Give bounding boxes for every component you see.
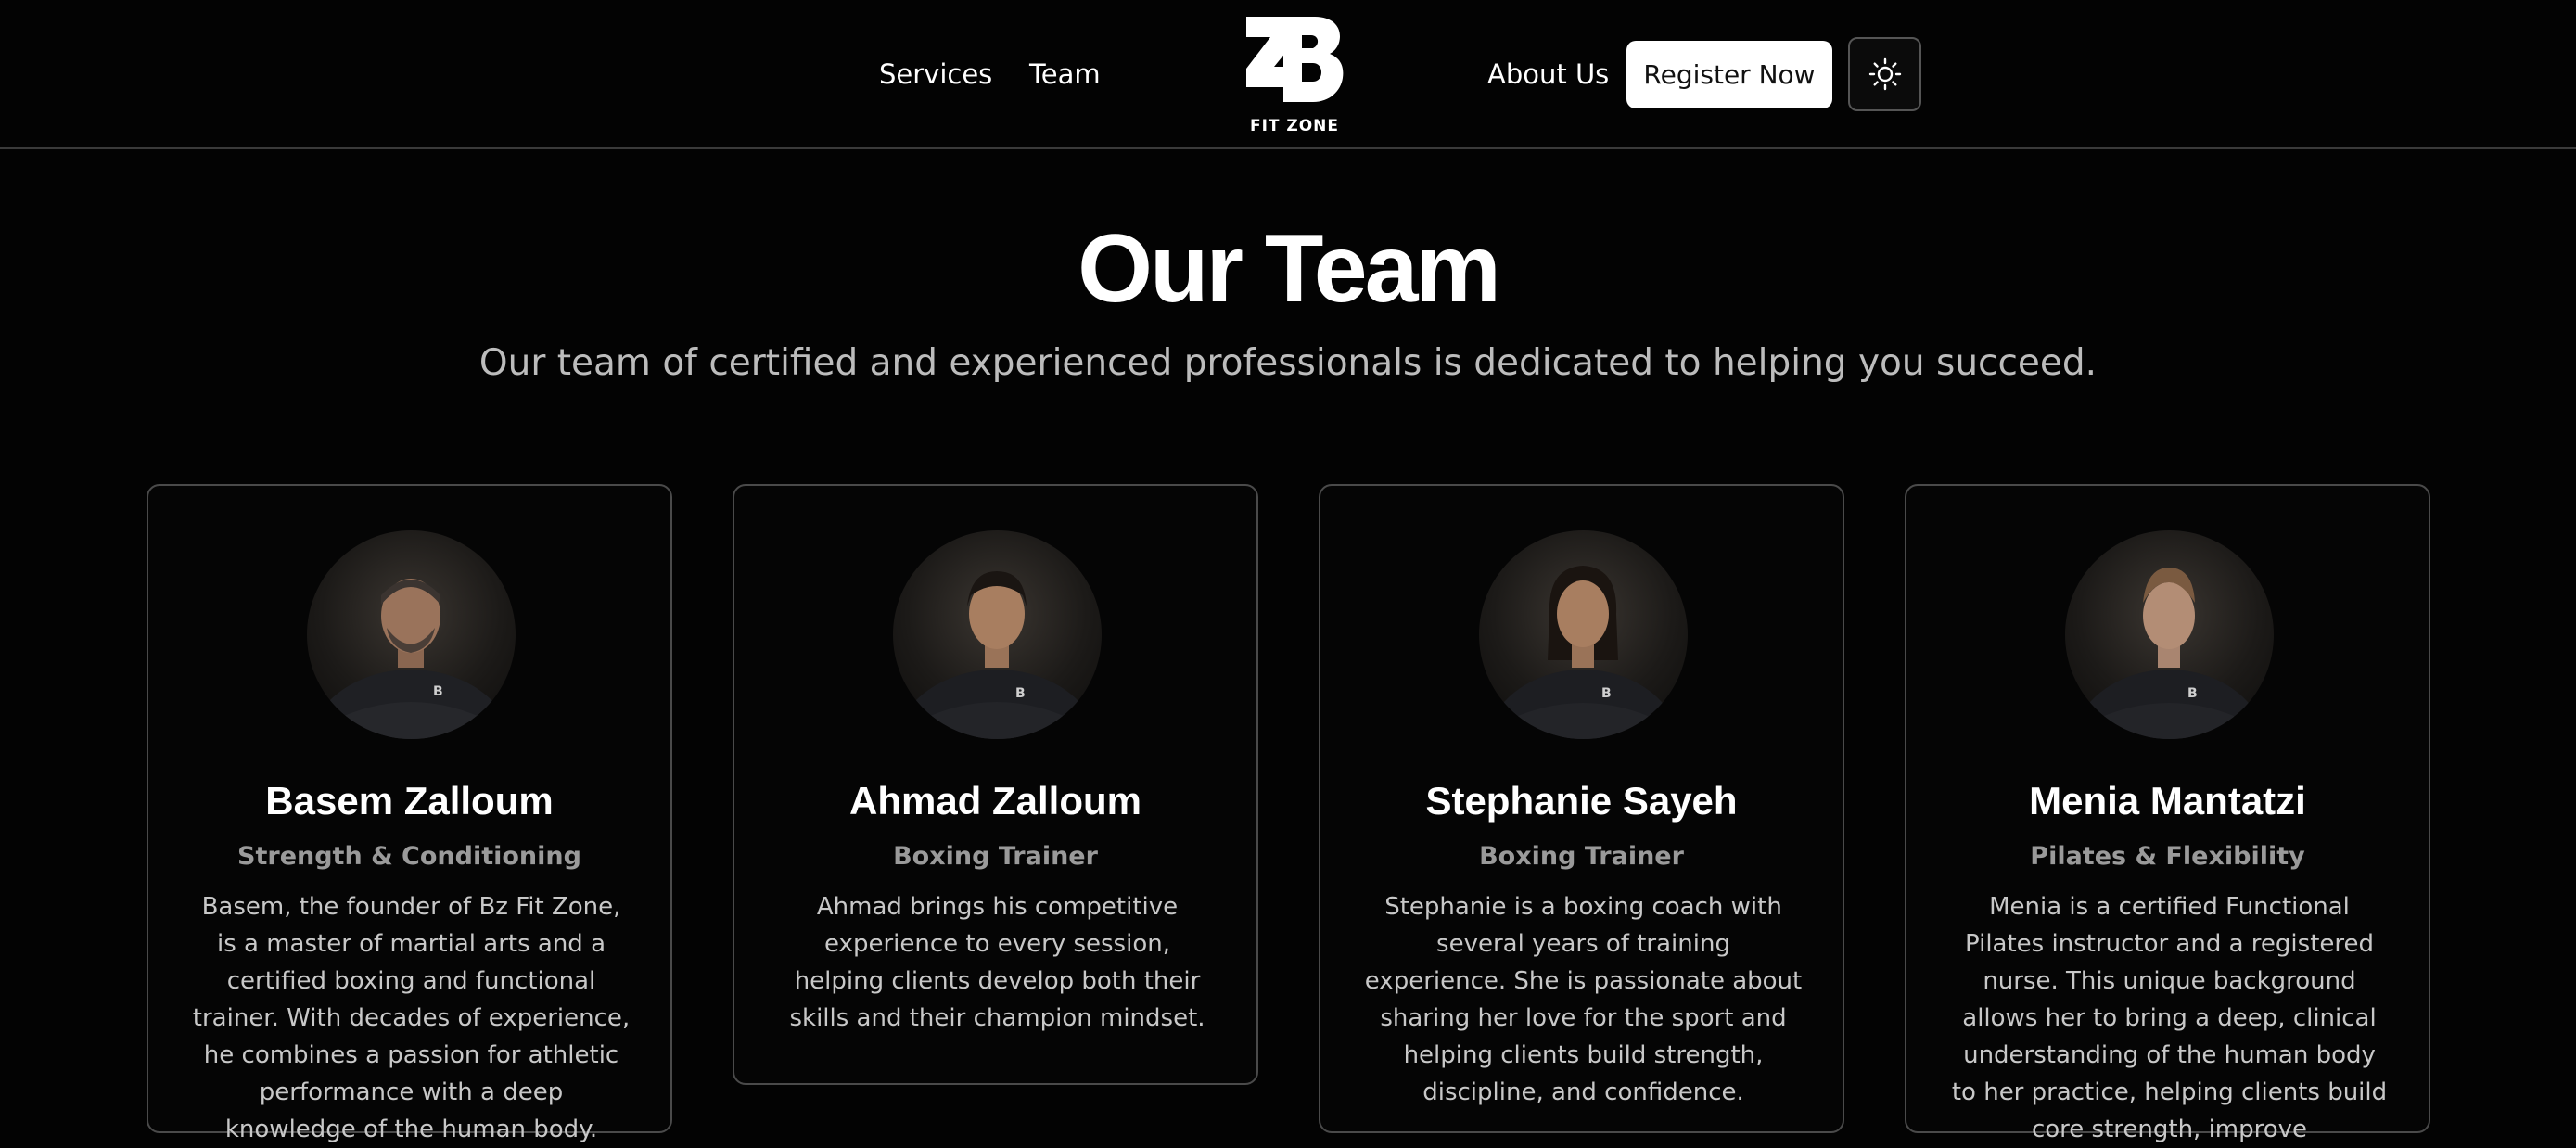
team-member-role: Strength & Conditioning [237, 842, 581, 871]
svg-text:B: B [2187, 686, 2198, 701]
nav-link-team[interactable]: Team [1029, 54, 1101, 95]
svg-text:B: B [1601, 686, 1612, 701]
team-member-bio: Basem, the founder of Bz Fit Zone, is a … [192, 893, 631, 1143]
person-photo-icon: B [2072, 568, 2266, 739]
person-photo-icon: B [895, 571, 1099, 739]
section-title: Our Team [1078, 215, 1501, 323]
team-member-avatar: B [1479, 530, 1688, 739]
svg-text:B: B [433, 684, 443, 699]
team-member-card: B Ahmad Zalloum Boxing Trainer Ahmad bri… [733, 484, 1258, 1085]
person-photo-icon: B [1486, 566, 1680, 739]
team-member-name: Menia Mantatzi [2029, 779, 2306, 823]
section-subtitle: Our team of certified and experienced pr… [478, 342, 2098, 384]
svg-text:B: B [1015, 686, 1026, 701]
team-member-role: Boxing Trainer [1479, 842, 1684, 871]
team-member-card: B Basem Zalloum Strength & Conditioning … [147, 484, 672, 1143]
team-member-name: Ahmad Zalloum [848, 779, 1142, 823]
team-member-role: Boxing Trainer [893, 842, 1098, 871]
nav-link-about-us[interactable]: About Us [1487, 54, 1609, 95]
navbar: Services Team FIT ZONE About Us Register… [0, 0, 2576, 149]
logo-wordmark: FIT ZONE [1249, 117, 1340, 135]
sun-icon [1868, 57, 1901, 91]
person-photo-icon: B [309, 579, 513, 739]
team-member-name: Stephanie Sayeh [1425, 779, 1738, 823]
nav-link-services[interactable]: Services [879, 54, 992, 95]
team-member-card: B Stephanie Sayeh Boxing Trainer Stephan… [1319, 484, 1844, 1133]
team-member-name: Basem Zalloum [265, 779, 554, 823]
register-now-button[interactable]: Register Now [1626, 41, 1832, 108]
team-member-bio: Stephanie is a boxing coach with several… [1364, 893, 1803, 1106]
team-member-bio: Menia is a certified Functional Pilates … [1951, 893, 2388, 1143]
team-member-role: Pilates & Flexibility [2030, 842, 2305, 871]
team-member-card: B Menia Mantatzi Pilates & Flexibility M… [1905, 484, 2430, 1143]
bz-logo-mark-icon [1246, 17, 1344, 102]
team-member-avatar: B [2065, 530, 2274, 739]
theme-toggle-button[interactable] [1848, 37, 1921, 111]
team-member-avatar: B [893, 530, 1102, 739]
team-member-bio: Ahmad brings his competitive experience … [789, 893, 1205, 1032]
team-member-avatar: B [307, 530, 516, 739]
brand-logo[interactable]: FIT ZONE [1243, 9, 1346, 137]
